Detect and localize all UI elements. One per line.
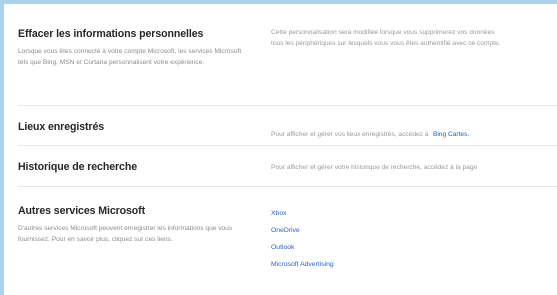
divider (18, 145, 557, 146)
xbox-link[interactable]: Xbox (271, 209, 557, 226)
divider (18, 105, 557, 106)
section-title-search-history: Historique de recherche (18, 161, 137, 173)
section-description-clear-info: Lorsque vous êtes connecté à votre compt… (18, 48, 242, 66)
section-title-other-services: Autres services Microsoft (18, 205, 146, 217)
clear-info-text-line-1: Cette personnalisation sera modifiée lor… (271, 29, 495, 36)
search-history-text: Pour afficher et gérer votre historique … (271, 164, 478, 171)
section-title-clear-info: Effacer les informations personnelles (18, 28, 204, 40)
onedrive-link[interactable]: OneDrive (271, 226, 557, 243)
divider (18, 186, 557, 187)
microsoft-advertising-link[interactable]: Microsoft Advertising (271, 260, 557, 277)
privacy-settings-panel: Effacer les informations personnelles Lo… (4, 4, 557, 295)
saved-places-text: Pour afficher et gérer vos lieux enregis… (271, 131, 429, 138)
section-title-saved-places: Lieux enregistrés (18, 121, 105, 133)
outlook-link[interactable]: Outlook (271, 243, 557, 260)
clear-info-text-line-2: tous les périphériques sur lesquels vous… (271, 39, 501, 47)
bing-maps-link[interactable]: Bing Cartes. (433, 131, 469, 138)
section-description-other-services: D'autres services Microsoft peuvent enre… (18, 225, 233, 243)
